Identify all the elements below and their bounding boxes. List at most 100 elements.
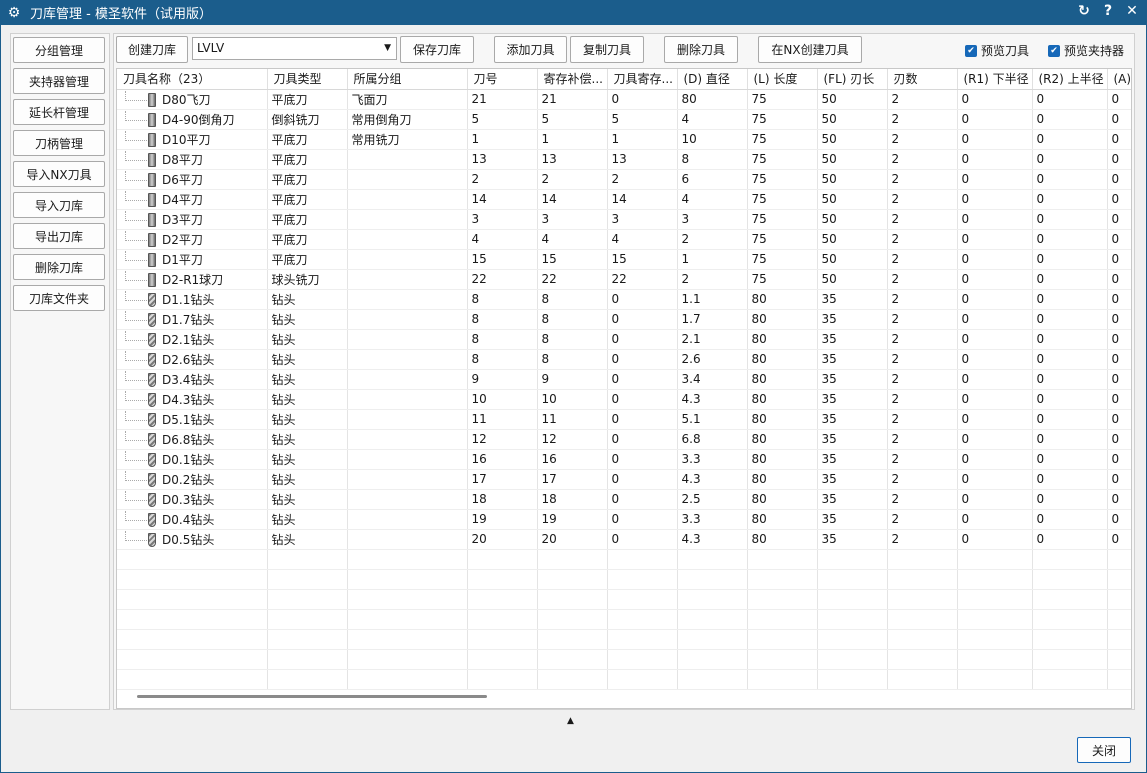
table-row[interactable]: D6.8钻头 钻头 12 12 0 6.8 80 35 2 0 0 0 [117, 429, 1131, 450]
extension-manage-button[interactable]: 延长杆管理 [13, 99, 105, 125]
table-row[interactable]: D3平刀 平底刀 3 3 3 3 75 50 2 0 0 0 [117, 209, 1131, 230]
table-row[interactable]: D4.3钻头 钻头 10 10 0 4.3 80 35 2 0 0 0 [117, 389, 1131, 410]
table-row[interactable]: D1.7钻头 钻头 8 8 0 1.7 80 35 2 0 0 0 [117, 309, 1131, 330]
column-header[interactable]: 所属分组 [347, 69, 468, 90]
table-cell: 50 [817, 249, 888, 270]
table-cell [347, 629, 468, 650]
table-cell: 21 [537, 89, 608, 110]
table-row[interactable]: D0.5钻头 钻头 20 20 0 4.3 80 35 2 0 0 0 [117, 529, 1131, 550]
add-tool-button[interactable]: 添加刀具 [494, 36, 567, 63]
table-cell [607, 549, 678, 570]
column-header[interactable]: (L) 长度 [747, 69, 818, 90]
table-cell: 1 [677, 249, 748, 270]
table-cell: 0 [607, 429, 678, 450]
table-cell: 35 [817, 509, 888, 530]
table-cell [887, 549, 958, 570]
column-header[interactable]: 刀号 [467, 69, 538, 90]
tree-line [125, 431, 147, 441]
table-row[interactable]: D2平刀 平底刀 4 4 4 2 75 50 2 0 0 0 [117, 229, 1131, 250]
column-header[interactable]: (A) [1107, 69, 1131, 90]
holder-manage-button[interactable]: 夹持器管理 [13, 68, 105, 94]
column-header[interactable]: 刀具名称（23） [117, 69, 268, 90]
table-cell [817, 609, 888, 630]
table-cell: 0 [957, 169, 1033, 190]
table-cell: 球头铣刀 [267, 269, 348, 290]
column-header[interactable]: (R1) 下半径 [957, 69, 1033, 90]
table-cell: 0 [1032, 109, 1108, 130]
table-cell: 50 [817, 129, 888, 150]
table-row[interactable]: D10平刀 平底刀 常用铣刀 1 1 1 10 75 50 2 0 0 0 [117, 129, 1131, 150]
table-cell: 0 [957, 509, 1033, 530]
import-library-button[interactable]: 导入刀库 [13, 192, 105, 218]
table-row[interactable]: D4平刀 平底刀 14 14 14 4 75 50 2 0 0 0 [117, 189, 1131, 210]
group-manage-button[interactable]: 分组管理 [13, 37, 105, 63]
tool-name: D0.2钻头 [162, 472, 215, 487]
refresh-icon[interactable]: ↻ [1077, 3, 1091, 19]
shank-manage-button[interactable]: 刀柄管理 [13, 130, 105, 156]
column-header[interactable]: 刃数 [887, 69, 958, 90]
tree-line [125, 91, 147, 101]
table-row[interactable]: D0.4钻头 钻头 19 19 0 3.3 80 35 2 0 0 0 [117, 509, 1131, 530]
export-library-button[interactable]: 导出刀库 [13, 223, 105, 249]
table-cell [467, 549, 538, 570]
table-row[interactable]: D4-90倒角刀 倒斜铣刀 常用倒角刀 5 5 5 4 75 50 2 0 0 0 [117, 109, 1131, 130]
table-row[interactable]: D1.1钻头 钻头 8 8 0 1.1 80 35 2 0 0 0 [117, 289, 1131, 310]
table-row[interactable]: D0.2钻头 钻头 17 17 0 4.3 80 35 2 0 0 0 [117, 469, 1131, 490]
library-folder-button[interactable]: 刀库文件夹 [13, 285, 105, 311]
table-cell: 0 [1032, 309, 1108, 330]
copy-tool-button[interactable]: 复制刀具 [570, 36, 644, 63]
collapse-up-icon[interactable]: ▲ [567, 716, 574, 726]
help-icon[interactable]: ? [1101, 3, 1115, 19]
gear-icon: ⚙ [7, 4, 21, 21]
delete-library-button[interactable]: 删除刀库 [13, 254, 105, 280]
table-cell [1107, 629, 1131, 650]
column-header[interactable]: 刀具寄存... [607, 69, 678, 90]
table-cell [817, 669, 888, 690]
drill-icon [148, 513, 156, 527]
create-in-nx-button[interactable]: 在NX创建刀具 [758, 36, 862, 63]
table-cell [1107, 609, 1131, 630]
close-icon[interactable]: ✕ [1125, 3, 1139, 19]
table-cell: 22 [607, 269, 678, 290]
table-cell: D5.1钻头 [117, 409, 268, 430]
table-row[interactable]: D80飞刀 平底刀 飞面刀 21 21 0 80 75 50 2 0 0 0 [117, 89, 1131, 110]
table-row[interactable]: D2.6钻头 钻头 8 8 0 2.6 80 35 2 0 0 0 [117, 349, 1131, 370]
table-cell: 8 [537, 349, 608, 370]
import-nx-tool-button[interactable]: 导入NX刀具 [13, 161, 105, 187]
column-header[interactable]: 刀具类型 [267, 69, 348, 90]
table-row[interactable]: D3.4钻头 钻头 9 9 0 3.4 80 35 2 0 0 0 [117, 369, 1131, 390]
drill-icon [148, 413, 156, 427]
horizontal-scrollbar[interactable] [137, 695, 487, 698]
save-library-button[interactable]: 保存刀库 [400, 36, 474, 63]
table-cell: 0 [1032, 149, 1108, 170]
table-row[interactable]: D6平刀 平底刀 2 2 2 6 75 50 2 0 0 0 [117, 169, 1131, 190]
library-select[interactable]: LVLV ▼ [192, 37, 397, 60]
table-row[interactable]: D2.1钻头 钻头 8 8 0 2.1 80 35 2 0 0 0 [117, 329, 1131, 350]
table-row[interactable]: D2-R1球刀 球头铣刀 22 22 22 2 75 50 2 0 0 0 [117, 269, 1131, 290]
tool-table[interactable]: 刀具名称（23） 刀具类型 所属分组 刀号 寄存补偿... 刀具寄存... (D) 直径 (L… [116, 68, 1132, 709]
table-row[interactable]: D8平刀 平底刀 13 13 13 8 75 50 2 0 0 0 [117, 149, 1131, 170]
table-cell [677, 609, 748, 630]
column-header[interactable]: (D) 直径 [677, 69, 748, 90]
delete-tool-button[interactable]: 删除刀具 [664, 36, 738, 63]
column-header[interactable]: 寄存补偿... [537, 69, 608, 90]
table-cell: 8 [537, 309, 608, 330]
table-cell [957, 629, 1033, 650]
preview-holder-checkbox[interactable]: ✔ 预览夹持器 [1048, 42, 1124, 59]
table-cell [677, 569, 748, 590]
table-row[interactable]: D1平刀 平底刀 15 15 15 1 75 50 2 0 0 0 [117, 249, 1131, 270]
create-library-button[interactable]: 创建刀库 [116, 36, 188, 63]
table-row[interactable]: D0.1钻头 钻头 16 16 0 3.3 80 35 2 0 0 0 [117, 449, 1131, 470]
table-cell: 0 [957, 149, 1033, 170]
table-row[interactable]: D0.3钻头 钻头 18 18 0 2.5 80 35 2 0 0 0 [117, 489, 1131, 510]
tree-line [125, 191, 147, 201]
column-header[interactable]: (FL) 刃长 [817, 69, 888, 90]
preview-tool-checkbox[interactable]: ✔ 预览刀具 [965, 42, 1029, 59]
table-cell: 0 [957, 329, 1033, 350]
table-cell: 0 [1032, 509, 1108, 530]
column-header[interactable]: (R2) 上半径 [1032, 69, 1108, 90]
close-button[interactable]: 关闭 [1077, 737, 1131, 763]
table-cell: 0 [1032, 449, 1108, 470]
table-row[interactable]: D5.1钻头 钻头 11 11 0 5.1 80 35 2 0 0 0 [117, 409, 1131, 430]
tool-name: D10平刀 [162, 132, 211, 147]
